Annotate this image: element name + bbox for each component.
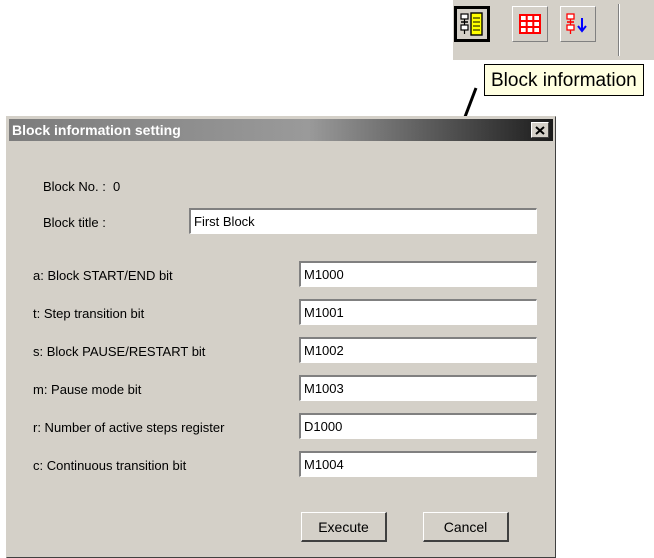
execute-button[interactable]: Execute	[301, 512, 387, 542]
step-transition-bit-field[interactable]	[299, 299, 537, 325]
cancel-button[interactable]: Cancel	[423, 512, 509, 542]
grid-table-button[interactable]	[512, 6, 548, 42]
close-icon	[535, 125, 545, 135]
block-title-label: Block title :	[43, 215, 106, 230]
active-steps-register-field[interactable]	[299, 413, 537, 439]
block-title-field[interactable]	[189, 208, 537, 234]
block-information-button[interactable]	[454, 6, 490, 42]
dialog-title: Block information setting	[12, 122, 181, 138]
block-information-setting-dialog: Block information setting Block No. : 0 …	[6, 116, 556, 558]
block-no-label: Block No. :	[43, 179, 106, 194]
field-label-start-end: a: Block START/END bit	[33, 268, 173, 283]
field-label-step-transition: t: Step transition bit	[33, 306, 145, 321]
sort-down-button[interactable]	[560, 6, 596, 42]
close-button[interactable]	[531, 122, 549, 138]
grid-table-icon	[519, 14, 541, 34]
pause-mode-bit-field[interactable]	[299, 375, 537, 401]
block-no-value: 0	[113, 179, 121, 194]
field-label-active-steps: r: Number of active steps register	[33, 420, 225, 435]
field-label-continuous-transition: c: Continuous transition bit	[33, 458, 187, 473]
sort-down-icon	[566, 13, 587, 34]
field-label-pause-mode: m: Pause mode bit	[33, 382, 142, 397]
field-label-pause-restart: s: Block PAUSE/RESTART bit	[33, 344, 206, 359]
continuous-transition-bit-field[interactable]	[299, 451, 537, 477]
toolbar-separator	[618, 4, 620, 56]
start-end-bit-field[interactable]	[299, 261, 537, 287]
tooltip: Block information	[484, 64, 644, 96]
pause-restart-bit-field[interactable]	[299, 337, 537, 363]
block-information-icon	[460, 12, 483, 36]
title-bar[interactable]: Block information setting	[9, 119, 553, 141]
